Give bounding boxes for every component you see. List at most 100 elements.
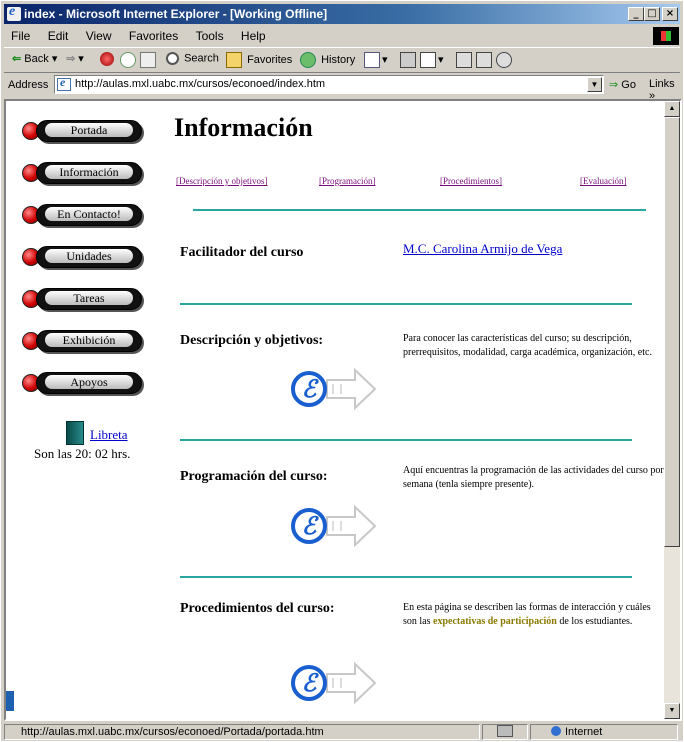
menu-favorites[interactable]: Favorites	[122, 26, 185, 46]
print-icon	[400, 52, 416, 68]
toolbar: ⇐ Back ▾ ⇒ ▾ Search Favorites History ▾ …	[4, 47, 680, 73]
go-label: Go	[621, 79, 636, 91]
chevron-down-icon: ▾	[78, 53, 84, 65]
menu-edit[interactable]: Edit	[41, 26, 76, 46]
history-button[interactable]: History	[300, 52, 355, 68]
close-button[interactable]: ×	[662, 7, 678, 21]
e-arrow-icon[interactable]: ℰ	[289, 501, 379, 551]
discuss-icon	[456, 52, 472, 68]
nav-en-contacto[interactable]: En Contacto!	[22, 203, 142, 227]
section-text: Aquí encuentras la programación de las a…	[403, 465, 664, 490]
minimize-button[interactable]: _	[628, 7, 644, 21]
scroll-thumb[interactable]	[664, 117, 680, 547]
e-arrow-icon[interactable]: ℰ	[289, 364, 379, 414]
network-icon	[497, 725, 513, 737]
clock-text: Son las 20: 02 hrs.	[34, 446, 131, 461]
go-arrow-icon: ⇒	[609, 79, 619, 91]
history-label: History	[321, 53, 356, 66]
address-url: http://aulas.mxl.uabc.mx/cursos/econoed/…	[75, 78, 326, 90]
back-label: Back	[24, 53, 49, 65]
section-heading: Programación del curso:	[180, 469, 328, 484]
section-text: Para conocer las características del cur…	[403, 333, 652, 358]
link-evaluacion[interactable]: [Evaluación]	[580, 176, 626, 186]
section-heading: Descripción y objetivos:	[180, 333, 324, 348]
messenger-icon	[496, 52, 512, 68]
nav-label: Unidades	[45, 249, 133, 263]
link-programacion[interactable]: [Programación]	[319, 176, 375, 186]
stop-button[interactable]	[100, 52, 116, 66]
menu-tools[interactable]: Tools	[189, 26, 231, 46]
zone-label: Internet	[565, 726, 603, 738]
left-panel-tab[interactable]	[6, 691, 14, 711]
divider	[193, 209, 646, 211]
nav-label: Portada	[45, 123, 133, 137]
favorites-button[interactable]: Favorites	[226, 52, 292, 68]
forward-arrow-icon: ⇒	[66, 53, 76, 65]
link-procedimientos[interactable]: [Procedimientos]	[440, 176, 502, 186]
discuss-button[interactable]	[456, 52, 474, 68]
facilitator-label: Facilitador del curso	[180, 245, 304, 260]
page-viewport: Portada Información En Contacto! Unidade…	[4, 99, 682, 721]
home-button[interactable]	[140, 52, 158, 68]
browser-window: index - Microsoft Internet Explorer - [W…	[0, 0, 684, 742]
edit-button[interactable]: ▾	[420, 52, 444, 68]
mail-button[interactable]: ▾	[364, 52, 388, 68]
messenger-button[interactable]	[496, 52, 514, 68]
status-bar: http://aulas.mxl.uabc.mx/cursos/econoed/…	[4, 723, 680, 741]
menu-bar: File Edit View Favorites Tools Help	[4, 26, 680, 46]
scroll-down-button[interactable]: ▼	[664, 703, 680, 719]
menu-help[interactable]: Help	[234, 26, 273, 46]
window-title: index - Microsoft Internet Explorer - [W…	[24, 7, 328, 21]
section-text-highlight: expectativas de participación	[433, 616, 557, 627]
status-url-text: http://aulas.mxl.uabc.mx/cursos/econoed/…	[21, 726, 324, 738]
vertical-scrollbar[interactable]: ▲ ▼	[664, 101, 680, 719]
history-icon	[300, 52, 316, 68]
scroll-up-button[interactable]: ▲	[664, 101, 680, 117]
menu-file[interactable]: File	[4, 26, 37, 46]
divider	[180, 303, 632, 305]
page-icon	[57, 75, 71, 91]
notebook-icon[interactable]	[66, 421, 84, 445]
nav-unidades[interactable]: Unidades	[22, 245, 142, 269]
nav-label: Información	[45, 165, 133, 179]
ie-logo-icon	[7, 4, 21, 21]
address-bar: Address http://aulas.mxl.uabc.mx/cursos/…	[4, 73, 680, 102]
refresh-button[interactable]	[120, 52, 138, 68]
menu-view[interactable]: View	[79, 26, 119, 46]
refresh-icon	[120, 52, 136, 68]
print-button[interactable]	[400, 52, 418, 68]
favorites-icon	[226, 52, 242, 68]
divider	[180, 576, 632, 578]
search-icon	[166, 52, 179, 65]
mail-icon	[364, 52, 380, 68]
status-zone: Internet	[530, 724, 678, 740]
search-button[interactable]: Search	[166, 52, 219, 65]
address-dropdown-button[interactable]: ▼	[587, 77, 602, 92]
page-title: Información	[174, 113, 313, 142]
facilitator-link[interactable]: M.C. Carolina Armijo de Vega	[403, 241, 562, 257]
research-icon	[476, 52, 492, 68]
status-offline-panel	[482, 724, 528, 740]
address-input[interactable]: http://aulas.mxl.uabc.mx/cursos/econoed/…	[54, 75, 604, 94]
section-text-after: de los estudiantes.	[559, 616, 633, 627]
globe-icon	[551, 726, 561, 736]
nav-label: Tareas	[45, 291, 133, 305]
title-bar[interactable]: index - Microsoft Internet Explorer - [W…	[4, 4, 680, 24]
nav-label: Apoyos	[45, 375, 133, 389]
section-heading: Procedimientos del curso:	[180, 601, 335, 616]
link-descripcion[interactable]: [Descripción y objetivos]	[176, 176, 267, 186]
back-button[interactable]: ⇐ Back ▾	[12, 52, 57, 65]
nav-label: En Contacto!	[45, 207, 133, 221]
forward-button[interactable]: ⇒ ▾	[66, 52, 84, 65]
go-button[interactable]: ⇒ Go	[609, 78, 636, 91]
nav-exhibicion[interactable]: Exhibición	[22, 329, 142, 353]
nav-tareas[interactable]: Tareas	[22, 287, 142, 311]
nav-apoyos[interactable]: Apoyos	[22, 371, 142, 395]
maximize-button[interactable]: □	[644, 7, 660, 21]
nav-portada[interactable]: Portada	[22, 119, 142, 143]
status-url: http://aulas.mxl.uabc.mx/cursos/econoed/…	[4, 724, 480, 740]
libreta-link[interactable]: Libreta	[90, 427, 128, 443]
research-button[interactable]	[476, 52, 494, 68]
nav-informacion[interactable]: Información	[22, 161, 142, 185]
e-arrow-icon[interactable]: ℰ	[289, 658, 379, 708]
